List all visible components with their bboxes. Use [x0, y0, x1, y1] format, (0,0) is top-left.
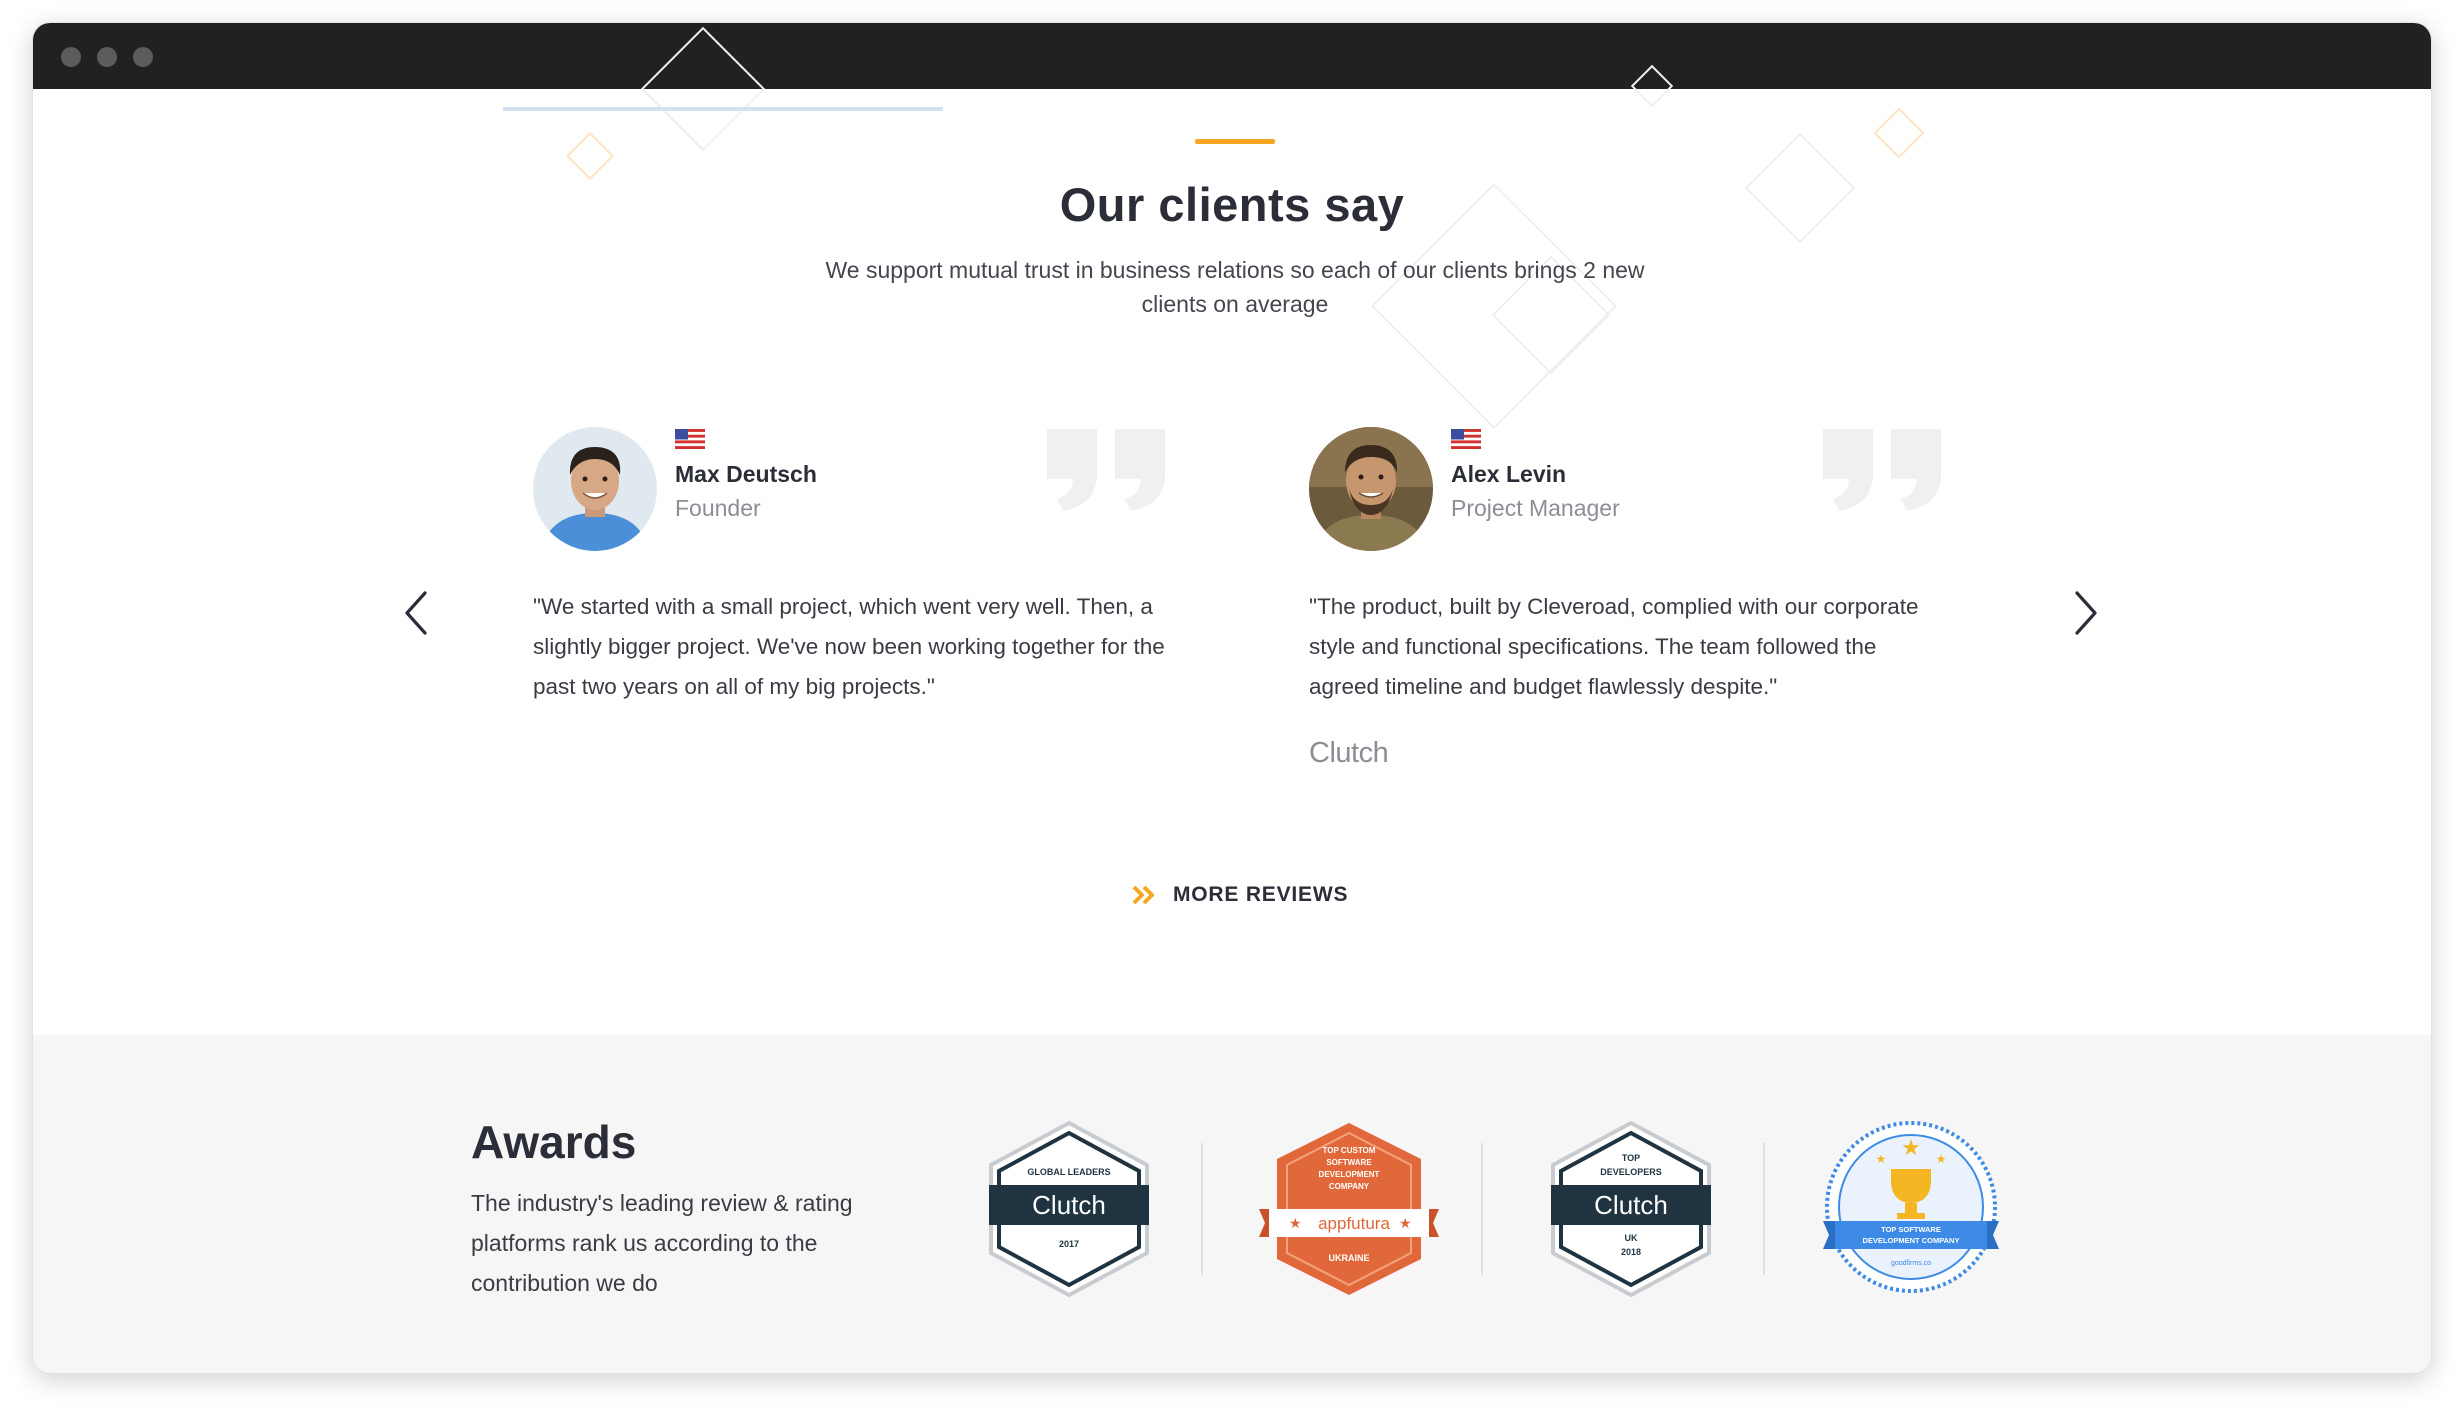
reviewer-name: Alex Levin [1451, 461, 1567, 487]
svg-text:TOP SOFTWARE: TOP SOFTWARE [1881, 1225, 1941, 1234]
badge-name-text: Clutch [1594, 1190, 1668, 1220]
window-control-maximize[interactable] [133, 47, 153, 67]
review-text: "We started with a small project, which … [533, 594, 1165, 699]
badge-bottom-text: goodfirms.co [1891, 1260, 1931, 1267]
svg-text:★: ★ [1399, 1215, 1412, 1231]
window-titlebar [33, 23, 2431, 89]
svg-text:2018: 2018 [1621, 1247, 1641, 1257]
quote-mark-icon [1047, 429, 1165, 511]
svg-text:★: ★ [1289, 1215, 1302, 1231]
section-accent-line [1195, 139, 1275, 144]
svg-text:DEVELOPMENT: DEVELOPMENT [1319, 1170, 1380, 1179]
clutch-global-leaders-badge[interactable]: GLOBAL LEADERS Clutch 2017 [979, 1119, 1159, 1299]
badge-divider [1481, 1143, 1483, 1275]
appfutura-badge[interactable]: TOP CUSTOM SOFTWARE DEVELOPMENT COMPANY … [1259, 1119, 1439, 1299]
window-control-close[interactable] [61, 47, 81, 67]
badge-bottom-text: UKRAINE [1328, 1253, 1369, 1263]
svg-text:★: ★ [1876, 1152, 1887, 1166]
goodfirms-badge[interactable]: ★ ★ ★ TOP SOFTWARE DEVELOPMENT COMPANY g… [1821, 1119, 2001, 1299]
reviewer-role: Project Manager [1451, 495, 1620, 521]
decorative-diamond [565, 131, 615, 181]
badge-name-text: appfutura [1318, 1214, 1390, 1233]
svg-text:SOFTWARE: SOFTWARE [1326, 1158, 1372, 1167]
star-icon: ★ [1901, 1136, 1921, 1161]
window-control-minimize[interactable] [97, 47, 117, 67]
decorative-stripe [503, 107, 943, 111]
browser-window: Our clients say We support mutual trust … [32, 22, 2432, 1374]
chevron-right-icon[interactable] [2065, 587, 2105, 639]
badge-divider [1763, 1143, 1765, 1275]
svg-text:★: ★ [1936, 1152, 1947, 1166]
awards-section: Awards The industry's leading review & r… [33, 1035, 2431, 1373]
quote-mark-icon [1823, 429, 1941, 511]
awards-description: The industry's leading review & rating p… [471, 1190, 853, 1296]
avatar [533, 427, 657, 551]
section-subtitle: We support mutual trust in business rela… [825, 257, 1645, 317]
decorative-diamond [1873, 107, 1925, 159]
review-text: "The product, built by Cleveroad, compli… [1309, 594, 1919, 699]
svg-text:UK: UK [1625, 1233, 1638, 1243]
badge-divider [1201, 1143, 1203, 1275]
double-chevron-right-icon [1132, 885, 1154, 905]
badge-bottom-text: 2017 [1059, 1239, 1079, 1249]
more-reviews-label: MORE REVIEWS [1173, 883, 1349, 906]
chevron-left-icon[interactable] [397, 587, 437, 639]
svg-text:DEVELOPERS: DEVELOPERS [1600, 1167, 1662, 1177]
badge-top-text: TOP CUSTOM [1323, 1146, 1376, 1155]
us-flag-icon [1451, 429, 1481, 449]
more-reviews-link[interactable]: MORE REVIEWS [1131, 875, 1348, 915]
section-title: Our clients say [1059, 178, 1405, 231]
svg-text:DEVELOPMENT COMPANY: DEVELOPMENT COMPANY [1863, 1236, 1960, 1245]
svg-text:TOP: TOP [1622, 1153, 1640, 1163]
awards-title: Awards [471, 1116, 637, 1168]
reviewer-role: Founder [675, 495, 761, 521]
reviewer-name: Max Deutsch [675, 461, 817, 487]
badge-name-text: Clutch [1032, 1190, 1106, 1220]
svg-text:COMPANY: COMPANY [1329, 1182, 1370, 1191]
clutch-top-developers-badge[interactable]: TOP DEVELOPERS Clutch UK 2018 [1541, 1119, 1721, 1299]
us-flag-icon [675, 429, 705, 449]
review-source-logo[interactable]: Clutch [1309, 737, 1389, 770]
page-content: Our clients say We support mutual trust … [33, 26, 2431, 1373]
badge-top-text: GLOBAL LEADERS [1027, 1167, 1110, 1177]
avatar [1309, 427, 1433, 551]
